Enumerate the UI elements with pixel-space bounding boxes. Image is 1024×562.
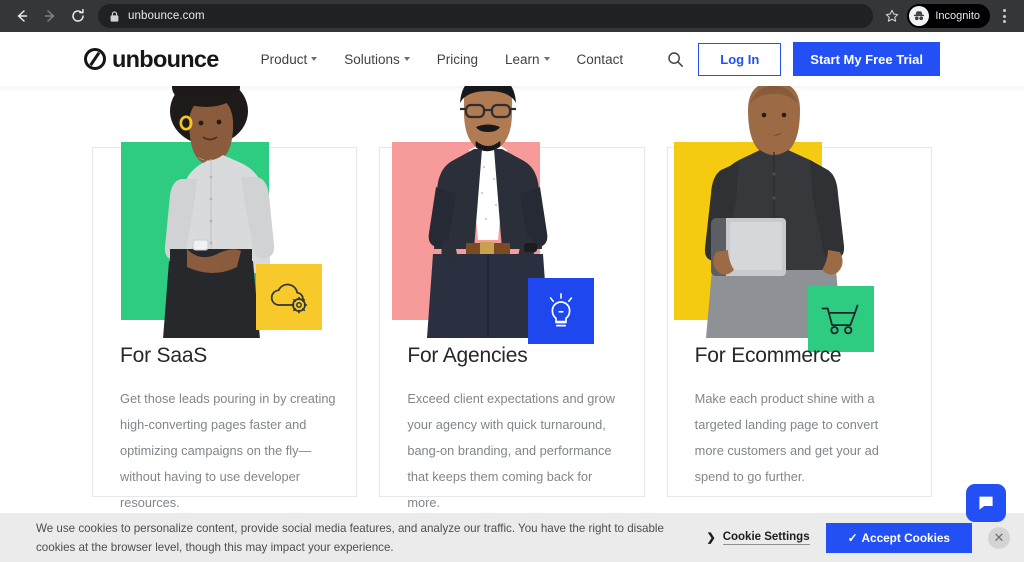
nav-label: Learn — [505, 51, 540, 67]
nav-item-solutions[interactable]: Solutions — [344, 52, 410, 67]
accept-cookies-button[interactable]: ✓ Accept Cookies — [825, 522, 972, 553]
card-for-ecommerce[interactable]: For Ecommerce Make each product shine wi… — [666, 82, 934, 497]
star-icon — [886, 9, 899, 22]
cookie-banner-text: We use cookies to personalize content, p… — [36, 521, 664, 554]
card-title: For Agencies — [407, 344, 528, 367]
shopping-cart-icon — [821, 304, 859, 335]
accept-cookies-label: Accept Cookies — [861, 530, 950, 545]
chevron-down-icon — [543, 57, 550, 61]
address-bar-url: unbounce.com — [128, 10, 205, 22]
nav-label: Product — [260, 51, 308, 67]
reload-button[interactable] — [64, 2, 92, 30]
card-body: Exceed client expectations and grow your… — [407, 391, 616, 510]
start-free-trial-button[interactable]: Start My Free Trial — [793, 42, 940, 76]
check-icon: ✓ — [847, 530, 858, 545]
card-media-saas — [93, 73, 359, 338]
cookie-settings-button[interactable]: ❯ Cookie Settings — [706, 530, 810, 545]
chat-bubble-icon — [979, 496, 993, 510]
search-icon — [668, 51, 683, 67]
card-title: For SaaS — [120, 344, 208, 367]
site-header: unbounce Product Solutions Pricing Learn… — [0, 32, 1024, 86]
chevron-right-icon: ❯ — [706, 532, 716, 544]
back-arrow-icon — [17, 10, 28, 22]
web-page: unbounce Product Solutions Pricing Learn… — [0, 32, 1024, 562]
forward-button[interactable] — [36, 2, 64, 30]
nav-label: Pricing — [436, 51, 479, 67]
browser-chrome: unbounce.com Incognito — [0, 0, 1024, 32]
cloud-gear-icon — [270, 283, 308, 314]
card-body: Make each product shine with a targeted … — [694, 391, 879, 484]
chevron-down-icon — [311, 57, 318, 61]
lightbulb-icon — [550, 293, 573, 327]
card-for-agencies[interactable]: For Agencies Exceed client expectations … — [379, 75, 646, 510]
address-bar[interactable]: unbounce.com — [98, 4, 874, 28]
main-navigation: Product Solutions Pricing Learn Contact — [261, 52, 623, 67]
incognito-icon — [909, 6, 930, 26]
badge-lightbulb — [528, 278, 595, 344]
reload-icon — [72, 8, 84, 22]
unbounce-logo-text: unbounce — [112, 45, 219, 72]
card-media-ecommerce — [668, 82, 934, 352]
nav-item-contact[interactable]: Contact — [577, 52, 624, 67]
header-actions: Log In Start My Free Trial — [664, 42, 940, 76]
unbounce-logo-icon — [84, 48, 106, 70]
close-banner-button[interactable]: ✕ — [988, 526, 1010, 549]
unbounce-logo[interactable]: unbounce — [84, 46, 219, 73]
card-title: For Ecommerce — [694, 344, 842, 367]
card-media-agencies — [380, 75, 646, 344]
card-body: Get those leads pouring in by creating h… — [120, 391, 336, 510]
cookie-settings-label: Cookie Settings — [722, 530, 810, 545]
nav-label: Solutions — [344, 51, 400, 67]
forward-arrow-icon — [44, 10, 55, 22]
nav-item-product[interactable]: Product — [261, 52, 318, 67]
cookie-consent-banner: We use cookies to personalize content, p… — [0, 513, 1024, 562]
nav-label: Contact — [576, 51, 624, 67]
chat-widget-button[interactable] — [966, 484, 1006, 522]
cookie-banner-actions: ❯ Cookie Settings ✓ Accept Cookies ✕ — [706, 522, 1010, 553]
search-button[interactable] — [664, 48, 686, 70]
badge-cloud-gear — [256, 264, 322, 330]
chevron-down-icon — [403, 57, 410, 61]
badge-shopping-cart — [807, 286, 874, 352]
nav-item-pricing[interactable]: Pricing — [437, 52, 478, 67]
incognito-label: Incognito — [935, 10, 980, 22]
cards-row: For SaaS Get those leads pouring in by c… — [92, 73, 934, 510]
audience-cards-section: For SaaS Get those leads pouring in by c… — [0, 73, 1024, 562]
nav-item-learn[interactable]: Learn — [505, 52, 550, 67]
lock-icon — [110, 10, 119, 22]
kebab-dot — [1002, 9, 1006, 12]
browser-menu-button[interactable] — [992, 3, 1016, 29]
kebab-dot — [1002, 14, 1006, 18]
chrome-right-controls: Incognito — [879, 3, 1016, 29]
login-button[interactable]: Log In — [698, 42, 782, 76]
back-button[interactable] — [8, 2, 36, 30]
bookmark-button[interactable] — [879, 3, 905, 29]
incognito-indicator[interactable]: Incognito — [907, 4, 990, 28]
kebab-dot — [1002, 20, 1006, 23]
card-for-saas[interactable]: For SaaS Get those leads pouring in by c… — [92, 73, 359, 510]
